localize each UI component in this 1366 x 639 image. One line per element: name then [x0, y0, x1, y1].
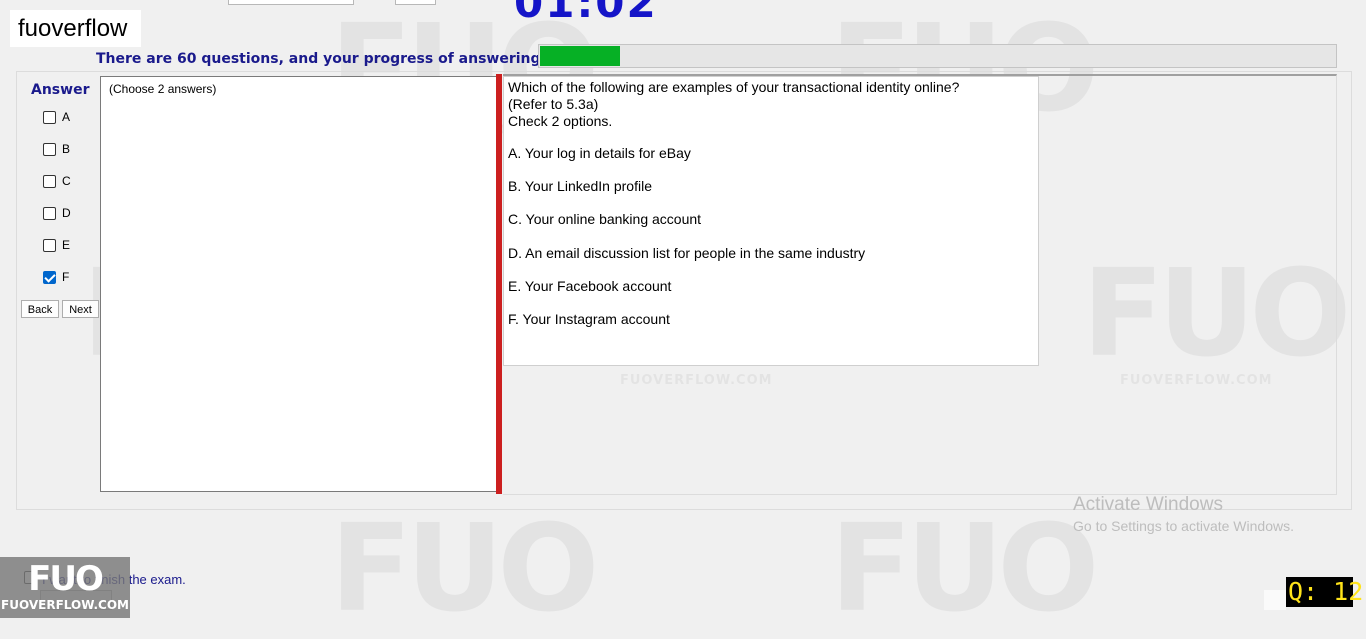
- answer-heading: Answer: [31, 82, 90, 98]
- answer-letter: E: [62, 238, 71, 252]
- fuo-logo: FUO FUOVERFLOW.COM: [0, 557, 130, 618]
- answer-checkbox-b[interactable]: [43, 142, 56, 156]
- question-option-c: C. Your online banking account: [508, 211, 702, 227]
- answer-checkbox-e[interactable]: [43, 238, 56, 252]
- top-small-input[interactable]: [395, 0, 436, 5]
- answer-letter: A: [62, 110, 71, 124]
- answer-option-d[interactable]: D: [43, 205, 71, 221]
- exam-timer: 01:02: [514, 0, 658, 27]
- question-option-a: A. Your log in details for eBay: [508, 145, 691, 161]
- answer-letter: F: [62, 270, 70, 284]
- answer-letter: D: [62, 206, 71, 220]
- next-button[interactable]: Next: [62, 300, 99, 318]
- progress-text: There are 60 questions, and your progres…: [96, 51, 559, 67]
- question-option-d: D. An email discussion list for people i…: [508, 245, 866, 261]
- answer-option-f[interactable]: F: [43, 269, 69, 285]
- answer-option-b[interactable]: B: [43, 141, 70, 157]
- back-button[interactable]: Back: [21, 300, 59, 318]
- logo-text: FUOVERFLOW.COM: [1, 598, 129, 612]
- question-option-b: B. Your LinkedIn profile: [508, 178, 652, 194]
- activate-windows-subtitle: Go to Settings to activate Windows.: [1073, 518, 1294, 534]
- question-reference: (Refer to 5.3a): [508, 96, 599, 112]
- question-option-f: F. Your Instagram account: [508, 311, 670, 327]
- answer-checkbox-f[interactable]: [43, 270, 56, 284]
- watermark-logo: FUO: [330, 500, 599, 639]
- answer-letter: C: [62, 174, 71, 188]
- splitter-bar[interactable]: [496, 74, 502, 494]
- choose-hint: (Choose 2 answers): [109, 82, 217, 96]
- answer-option-e[interactable]: E: [43, 237, 70, 253]
- progress-bar-fill: [540, 46, 620, 66]
- answer-notes-panel[interactable]: (Choose 2 answers): [100, 76, 497, 492]
- question-text: Which of the following are examples of y…: [508, 79, 960, 95]
- progress-bar: [538, 44, 1337, 68]
- question-instruction: Check 2 options.: [508, 113, 613, 129]
- question-box: Which of the following are examples of y…: [503, 76, 1039, 366]
- brand-label: fuoverflow: [10, 10, 141, 47]
- watermark-logo: FUO: [830, 500, 1099, 639]
- logo-mark: FUO: [28, 559, 104, 599]
- answer-option-a[interactable]: A: [43, 109, 70, 125]
- answer-checkbox-a[interactable]: [43, 110, 56, 124]
- answer-checkbox-d[interactable]: [43, 206, 56, 220]
- activate-windows-title: Activate Windows: [1073, 494, 1223, 515]
- top-input[interactable]: [228, 0, 354, 5]
- answer-option-c[interactable]: C: [43, 173, 71, 189]
- answer-checkbox-c[interactable]: [43, 174, 56, 188]
- status-box: [1264, 590, 1286, 610]
- question-counter: Q: 12: [1286, 577, 1364, 607]
- question-option-e: E. Your Facebook account: [508, 278, 672, 294]
- answer-letter: B: [62, 142, 71, 156]
